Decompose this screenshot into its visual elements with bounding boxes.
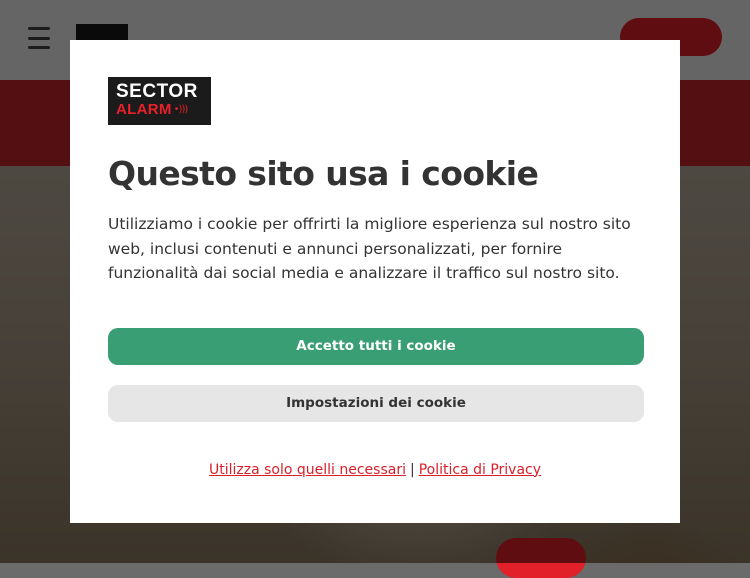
dialog-links: Utilizza solo quelli necessari | Politica … (108, 462, 642, 478)
accept-all-cookies-button[interactable]: Accetto tutti i cookie (108, 327, 644, 365)
logo-text-alarm: ALARM (116, 101, 172, 118)
dialog-title: Questo sito usa i cookie (108, 154, 539, 193)
cookie-settings-button[interactable]: Impostazioni dei cookie (108, 384, 644, 422)
logo-text-sector: SECTOR (116, 81, 198, 102)
privacy-policy-link[interactable]: Politica di Privacy (419, 462, 541, 478)
dialog-description: Utilizziamo i cookie per offrirti la mig… (108, 215, 631, 283)
link-separator: | (409, 461, 415, 478)
necessary-only-link[interactable]: Utilizza solo quelli necessari (209, 462, 406, 478)
sector-alarm-logo: SECTOR ALARM •))) (108, 77, 211, 125)
signal-waves-icon: •))) (173, 103, 189, 115)
cookie-consent-dialog: SECTOR ALARM •))) Questo sito usa i cook… (70, 40, 680, 523)
